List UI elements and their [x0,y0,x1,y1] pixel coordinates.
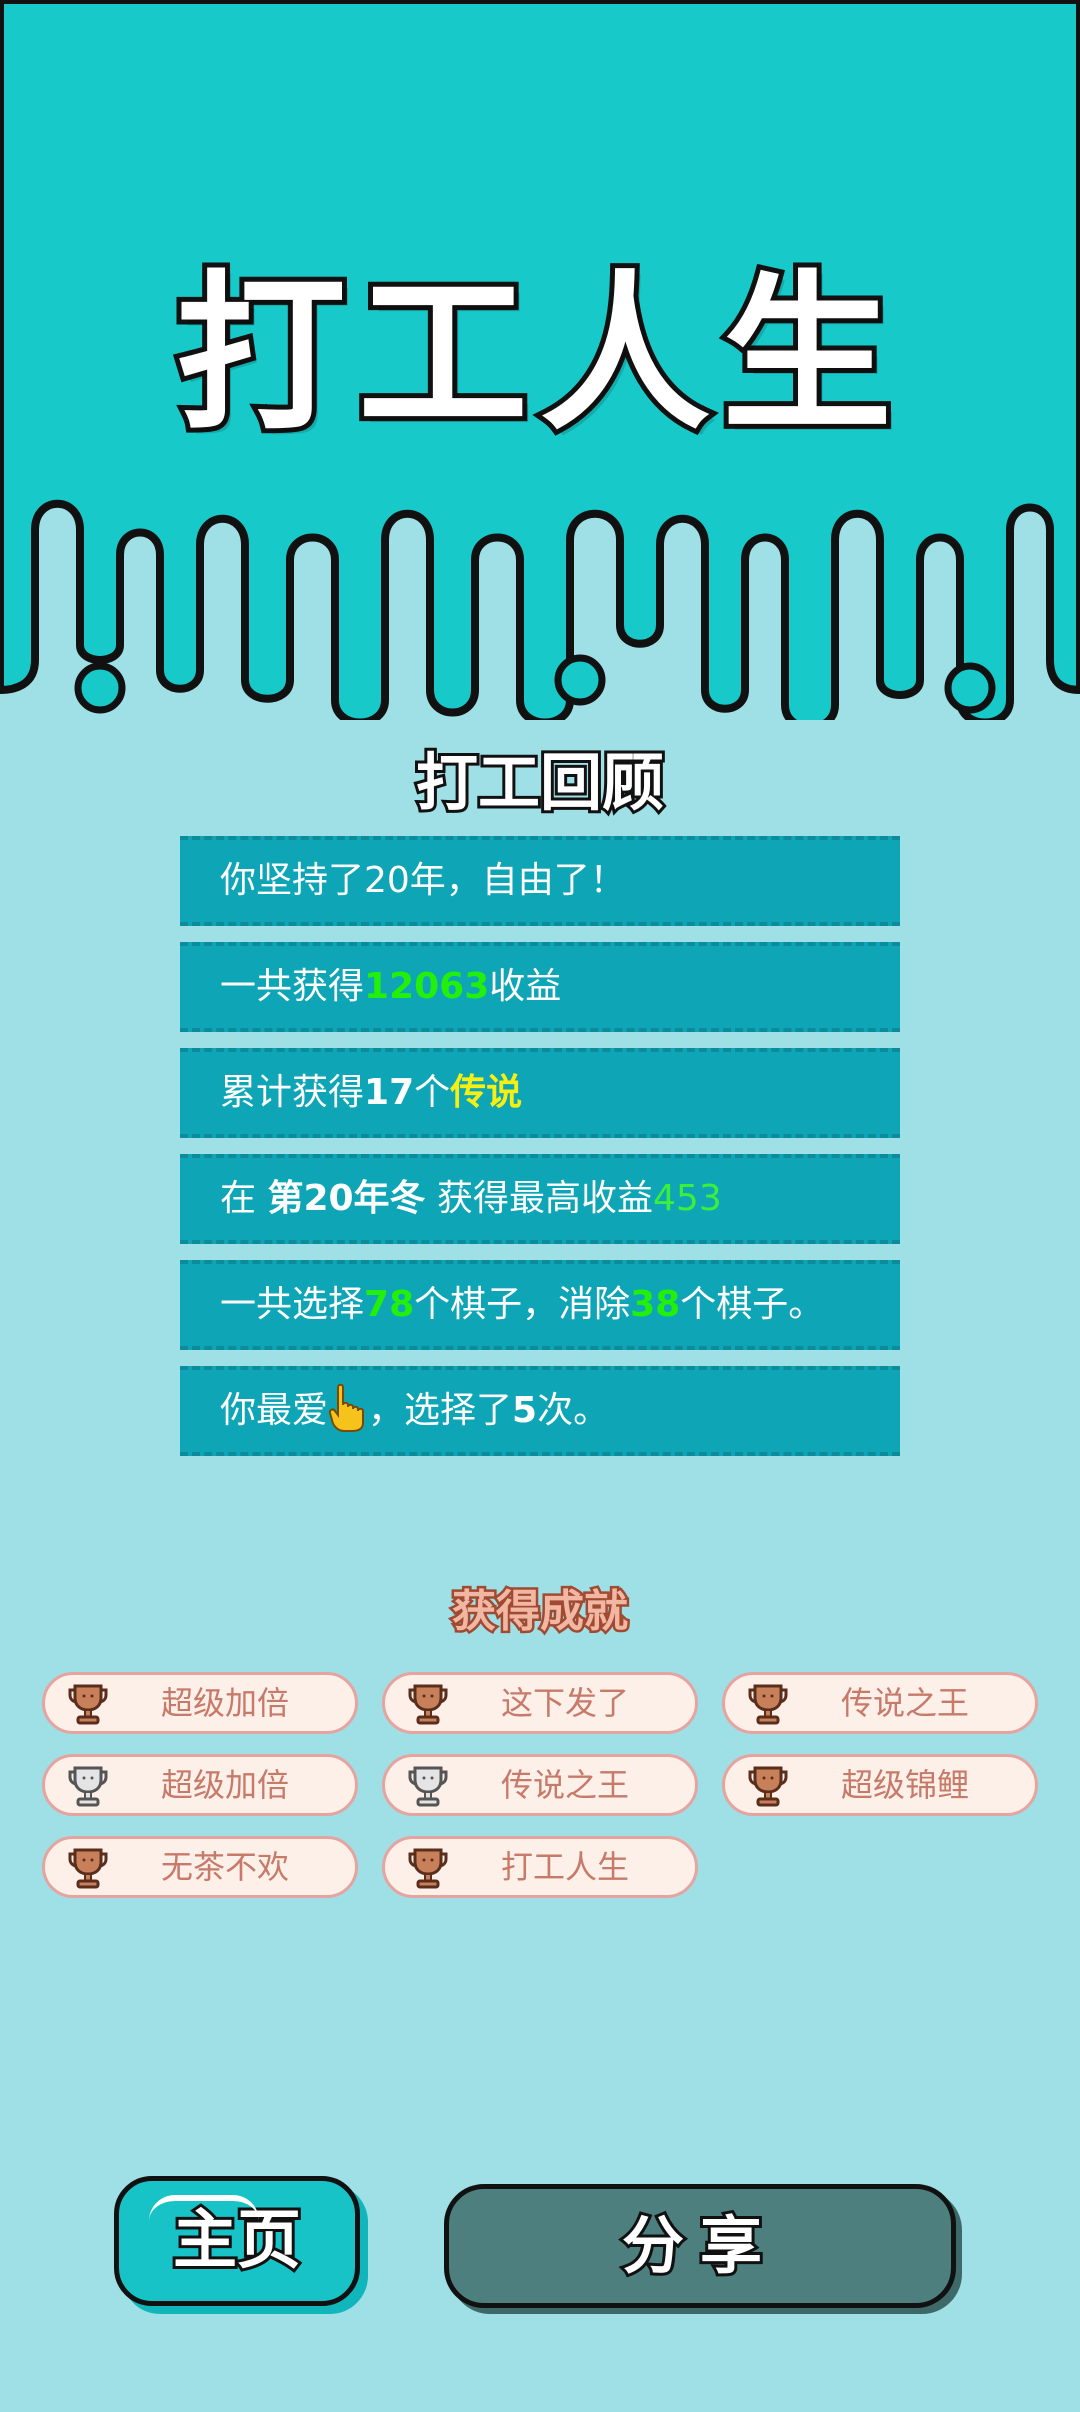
review-income-prefix: 一共获得 [220,966,365,1007]
review-heading: 打工回顾 [413,746,667,819]
bronze-trophy-icon [68,1684,108,1725]
review-row-best: 在 第20年冬 获得最高收益453 [180,1154,900,1244]
achievement-badge[interactable]: 传说之王 [722,1672,1038,1734]
pointing-hand-icon [328,1383,365,1432]
review-legend-mid: 个 [414,1072,451,1113]
review-row-income: 一共获得12063收益 [180,942,900,1032]
button-shine [149,2195,259,2221]
achievement-label: 打工人生 [500,1848,629,1886]
review-legend-word: 传说 [450,1072,523,1113]
review-income-suffix: 收益 [489,966,562,1007]
bronze-trophy-icon [748,1766,788,1807]
share-button-label: 分享 [619,2206,778,2285]
bronze-trophy-icon [408,1684,448,1725]
review-row-favorite: 你最爱 ，选择了5次。 [180,1366,900,1456]
review-years-text: 你坚持了20年，自由了！ [220,860,626,901]
review-row-legend: 累计获得17个传说 [180,1048,900,1138]
review-row-pieces: 一共选择78个棋子，消除38个棋子。 [180,1260,900,1350]
bronze-trophy-icon [408,1848,448,1889]
achievement-label: 无茶不欢 [160,1848,289,1886]
review-income-value: 12063 [364,966,490,1007]
review-favorite-suffix: 次。 [537,1390,610,1431]
review-best-value: 453 [653,1178,722,1219]
review-best-mid: 获得最高收益 [425,1178,654,1219]
drip-drop [74,662,126,714]
review-best-period: 第20年冬 [267,1178,426,1219]
achievement-label: 超级锦鲤 [840,1766,969,1804]
achievement-label: 超级加倍 [160,1684,289,1722]
achievement-badge[interactable]: 超级加倍 [42,1672,358,1734]
game-title: 打工人生 [171,256,904,454]
review-favorite-count: 5 [512,1390,538,1431]
review-best-prefix: 在 [220,1178,268,1219]
achievement-badge[interactable]: 打工人生 [382,1836,698,1898]
review-pieces-chosen: 78 [364,1284,415,1325]
review-favorite-mid: ，选择了 [368,1390,513,1431]
review-legend-count: 17 [364,1072,415,1113]
achievement-badge[interactable]: 超级锦鲤 [722,1754,1038,1816]
achievement-label: 这下发了 [500,1684,629,1722]
achievement-badge[interactable]: 传说之王 [382,1754,698,1816]
review-pieces-suffix: 个棋子。 [680,1284,825,1325]
review-list: 你坚持了20年，自由了！ 一共获得12063收益 累计获得17个传说 在 第20… [180,836,900,1472]
drip-drop [554,654,606,706]
silver-trophy-icon [408,1766,448,1807]
achievement-label: 超级加倍 [160,1766,289,1804]
achievement-label: 传说之王 [840,1684,969,1722]
bronze-trophy-icon [68,1848,108,1889]
achievement-badge[interactable]: 超级加倍 [42,1754,358,1816]
silver-trophy-icon [68,1766,108,1807]
review-pieces-removed: 38 [630,1284,681,1325]
review-favorite-prefix: 你最爱 [220,1390,329,1431]
header-drip-banner: 打工人生 [0,0,1080,720]
review-pieces-mid: 个棋子，消除 [414,1284,631,1325]
home-button[interactable]: 主页 [114,2176,360,2306]
bronze-trophy-icon [748,1684,788,1725]
achievement-badge[interactable]: 无茶不欢 [42,1836,358,1898]
achievements-heading: 获得成就 [450,1586,631,1637]
share-button[interactable]: 分享 [444,2184,956,2308]
drip-drop [944,662,996,714]
review-pieces-prefix: 一共选择 [220,1284,365,1325]
achievement-label: 传说之王 [500,1766,629,1804]
achievement-badge[interactable]: 这下发了 [382,1672,698,1734]
review-legend-prefix: 累计获得 [220,1072,365,1113]
review-row-years: 你坚持了20年，自由了！ [180,836,900,926]
